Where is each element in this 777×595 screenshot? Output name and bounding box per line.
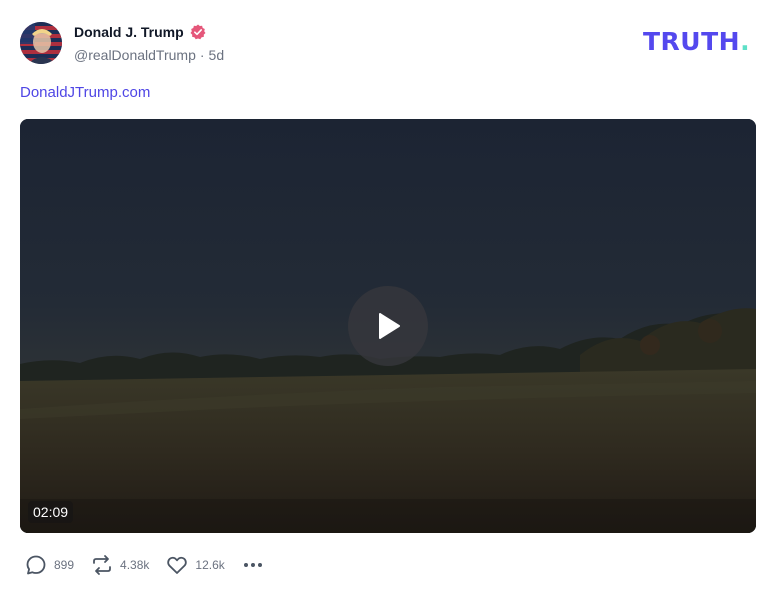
like-button[interactable]: 12.6k [165,553,225,577]
video-player[interactable]: 02:09 [20,119,756,533]
retruth-icon [93,555,111,575]
display-name[interactable]: Donald J. Trump [74,24,184,40]
more-button[interactable] [241,553,265,577]
action-bar: 899 4.38k 12.6k [24,553,265,577]
meta-row: @realDonaldTrump · 5d [74,47,224,63]
avatar[interactable] [20,22,62,64]
reply-button[interactable]: 899 [24,553,74,577]
timestamp[interactable]: 5d [209,47,225,63]
retruth-button[interactable]: 4.38k [90,553,149,577]
logo-text: TRUTH [643,27,741,56]
handle[interactable]: @realDonaldTrump [74,47,196,63]
play-icon [379,313,400,339]
meta-separator: · [199,47,205,63]
truth-logo[interactable]: TRUTH. [643,28,750,56]
name-row: Donald J. Trump [74,23,224,41]
more-icon [243,563,262,567]
author-block: Donald J. Trump @realDonaldTrump · 5d [74,23,224,63]
post-link[interactable]: DonaldJTrump.com [20,84,150,101]
reply-icon [26,555,46,575]
retruth-count: 4.38k [120,558,150,572]
like-count: 12.6k [195,558,225,572]
video-duration: 02:09 [28,501,74,523]
heart-icon [167,556,188,574]
logo-dot: . [740,27,751,56]
reply-count: 899 [54,558,75,572]
avatar-image [20,22,62,64]
play-button[interactable] [348,286,428,366]
verified-badge-icon [190,24,206,40]
truth-post: Donald J. Trump @realDonaldTrump · 5d TR… [0,0,777,595]
